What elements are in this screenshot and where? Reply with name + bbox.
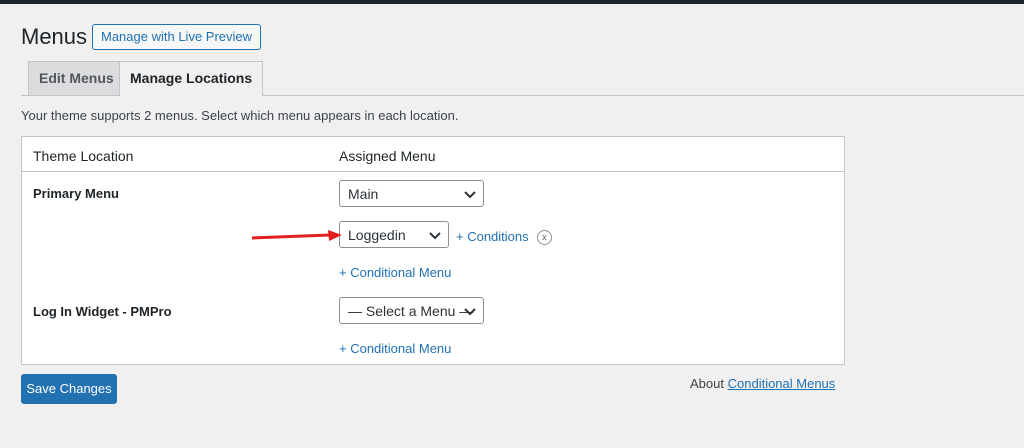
chevron-down-icon	[429, 232, 441, 240]
remove-conditional-button[interactable]: x	[537, 230, 552, 245]
locations-description: Your theme supports 2 menus. Select whic…	[21, 108, 459, 123]
about-prefix: About	[690, 376, 724, 391]
tab-edit-menus[interactable]: Edit Menus	[28, 61, 125, 95]
column-header-assigned-menu: Assigned Menu	[339, 148, 436, 164]
conditions-link[interactable]: + Conditions	[456, 229, 529, 244]
primary-menu-select-value: Main	[348, 186, 379, 202]
column-header-theme-location: Theme Location	[33, 148, 134, 164]
table-header-divider	[22, 171, 844, 172]
location-label-login-widget: Log In Widget - PMPro	[33, 304, 172, 319]
conditional-menus-link[interactable]: Conditional Menus	[728, 376, 836, 391]
conditional-menu-select[interactable]: Loggedin	[339, 221, 449, 248]
about-conditional-menus: About Conditional Menus	[690, 376, 835, 391]
login-widget-menu-select[interactable]: — Select a Menu —	[339, 297, 484, 324]
manage-live-preview-button[interactable]: Manage with Live Preview	[92, 24, 262, 50]
arrow-right-icon	[252, 230, 342, 241]
add-conditional-menu-link-login[interactable]: + Conditional Menu	[339, 341, 451, 356]
login-widget-select-value: — Select a Menu —	[348, 303, 474, 319]
location-label-primary-menu: Primary Menu	[33, 186, 119, 201]
tab-manage-locations[interactable]: Manage Locations	[119, 61, 264, 96]
admin-top-bar	[0, 0, 1024, 4]
conditional-menu-select-value: Loggedin	[348, 227, 406, 243]
menu-locations-table: Theme Location Assigned Menu Primary Men…	[21, 136, 845, 365]
save-changes-button[interactable]: Save Changes	[21, 374, 117, 404]
primary-menu-select[interactable]: Main	[339, 180, 484, 207]
chevron-down-icon	[464, 191, 476, 199]
page-title: Menus	[21, 24, 88, 49]
add-conditional-menu-link-primary[interactable]: + Conditional Menu	[339, 265, 451, 280]
chevron-down-icon	[464, 308, 476, 316]
